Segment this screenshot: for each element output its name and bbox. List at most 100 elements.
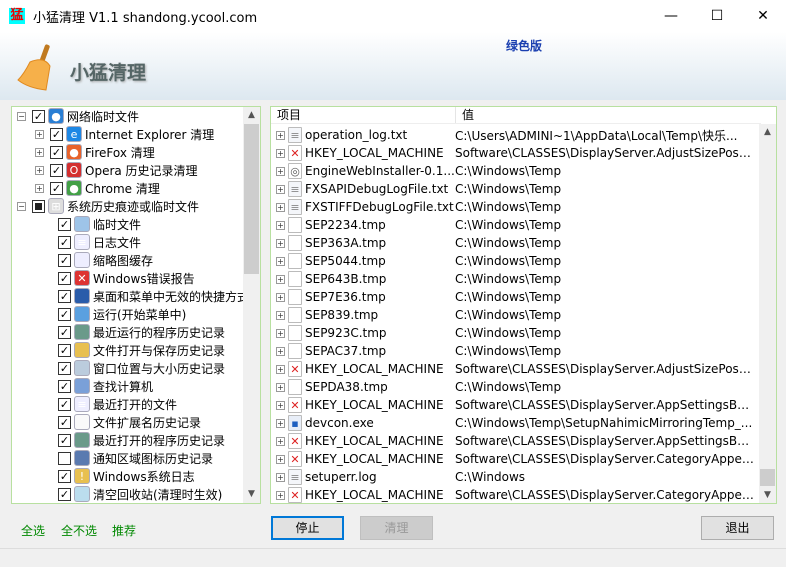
list-row[interactable]: + SEP2234.tmp C:\Windows\Temp	[271, 216, 759, 234]
minimize-button[interactable]: —	[648, 0, 694, 32]
expand-icon[interactable]: +	[276, 472, 285, 482]
checkbox[interactable]: ✓	[58, 271, 71, 285]
list-row[interactable]: + SEP363A.tmp C:\Windows\Temp	[271, 234, 759, 252]
scroll-down-icon[interactable]: ▼	[243, 486, 260, 503]
tree-item[interactable]: ✓! Windows系统日志	[52, 467, 195, 485]
list-row[interactable]: + ▪ devcon.exe C:\Windows\Temp\SetupNahimic…	[271, 414, 759, 432]
collapse-icon[interactable]: −	[17, 201, 26, 211]
list-row[interactable]: + ✕ HKEY_LOCAL_MACHINE Software\CLASSES\Dis…	[271, 396, 759, 414]
tree-item[interactable]: ✓ 文件打开与保存历史记录	[52, 341, 225, 359]
tree-item[interactable]: + ✓ ● Chrome 清理	[35, 179, 160, 197]
list-row[interactable]: + ✕ HKEY_LOCAL_MACHINE Software\CLASSES\Dis…	[271, 486, 759, 503]
tree-item[interactable]: 通知区域图标历史记录	[52, 449, 213, 467]
checkbox[interactable]: ✓	[50, 163, 63, 177]
tree-item[interactable]: ✓ 临时文件	[52, 215, 141, 233]
checkbox[interactable]: ✓	[50, 145, 63, 159]
tree-item[interactable]: ✓ ≡ 最近打开的文件	[52, 395, 177, 413]
exit-button[interactable]: 退出	[701, 516, 774, 540]
tree-item[interactable]: ✓ 最近运行的程序历史记录	[52, 323, 225, 341]
tree-item[interactable]: ✓ 查找计算机	[52, 377, 153, 395]
tree-item[interactable]: ✓ 窗口位置与大小历史记录	[52, 359, 225, 377]
scroll-up-icon[interactable]: ▲	[243, 107, 260, 124]
tree-item[interactable]: ✓ ≡ 日志文件	[52, 233, 141, 251]
expand-icon[interactable]: +	[276, 238, 285, 248]
list-row[interactable]: + SEP7E36.tmp C:\Windows\Temp	[271, 288, 759, 306]
list-row[interactable]: + SEPDA38.tmp C:\Windows\Temp	[271, 378, 759, 396]
column-value[interactable]: 值	[456, 107, 474, 123]
tree-item[interactable]: ✓ ✕ Windows错误报告	[52, 269, 195, 287]
scroll-thumb[interactable]	[244, 124, 259, 274]
select-all-link[interactable]: 全选	[21, 522, 45, 539]
expand-icon[interactable]: +	[276, 202, 285, 212]
tree-item[interactable]: ✓ 清空回收站(清理时生效)	[52, 485, 222, 503]
expand-icon[interactable]: +	[276, 454, 285, 464]
expand-icon[interactable]: +	[276, 220, 285, 230]
tree-item[interactable]: ✓ 运行(开始菜单中)	[52, 305, 186, 323]
list-row[interactable]: + ≡ setuperr.log C:\Windows	[271, 468, 759, 486]
checkbox[interactable]: ✓	[58, 325, 71, 339]
checkbox[interactable]: ✓	[58, 235, 71, 249]
tree-item[interactable]: + ✓ ● FireFox 清理	[35, 143, 155, 161]
checkbox[interactable]: ✓	[32, 109, 45, 123]
tree-item[interactable]: ✓ 桌面和菜单中无效的快捷方式	[52, 287, 249, 305]
list-row[interactable]: + ≡ FXSTIFFDebugLogFile.txt C:\Windows\Temp	[271, 198, 759, 216]
list-row[interactable]: + ◎ EngineWebInstaller-0.1.... C:\Windows\T…	[271, 162, 759, 180]
checkbox[interactable]: ✓	[58, 307, 71, 321]
checkbox[interactable]: ✓	[58, 415, 71, 429]
tree-scrollbar[interactable]: ▲ ▼	[243, 107, 260, 503]
tree-item[interactable]: ✓ 最近打开的程序历史记录	[52, 431, 225, 449]
column-item[interactable]: 项目	[271, 107, 456, 123]
checkbox[interactable]: ✓	[58, 343, 71, 357]
expand-icon[interactable]: +	[276, 184, 285, 194]
expand-icon[interactable]: +	[35, 165, 44, 175]
recommend-link[interactable]: 推荐	[112, 522, 136, 539]
checkbox[interactable]: ✓	[58, 487, 71, 501]
expand-icon[interactable]: +	[276, 310, 285, 320]
expand-icon[interactable]: +	[35, 147, 44, 157]
scroll-down-icon[interactable]: ▼	[759, 487, 776, 503]
select-none-link[interactable]: 全不选	[61, 522, 97, 539]
checkbox[interactable]: ✓	[58, 289, 71, 303]
list-row[interactable]: + ≡ operation_log.txt C:\Users\ADMINI~1\App…	[271, 126, 759, 144]
checkbox[interactable]	[32, 199, 45, 213]
collapse-icon[interactable]: −	[17, 111, 26, 121]
tree-item[interactable]: − ⊞ 系统历史痕迹或临时文件	[17, 197, 199, 215]
expand-icon[interactable]: +	[276, 166, 285, 176]
checkbox[interactable]: ✓	[50, 127, 63, 141]
expand-icon[interactable]: +	[276, 364, 285, 374]
tree-item[interactable]: + ✓ e Internet Explorer 清理	[35, 125, 214, 143]
expand-icon[interactable]: +	[276, 328, 285, 338]
expand-icon[interactable]: +	[35, 183, 44, 193]
expand-icon[interactable]: +	[276, 436, 285, 446]
expand-icon[interactable]: +	[276, 148, 285, 158]
checkbox[interactable]: ✓	[58, 397, 71, 411]
list-row[interactable]: + SEP923C.tmp C:\Windows\Temp	[271, 324, 759, 342]
expand-icon[interactable]: +	[276, 292, 285, 302]
checkbox[interactable]: ✓	[58, 469, 71, 483]
list-row[interactable]: + SEPAC37.tmp C:\Windows\Temp	[271, 342, 759, 360]
list-row[interactable]: + ✕ HKEY_LOCAL_MACHINE Software\CLASSES\Dis…	[271, 144, 759, 162]
expand-icon[interactable]: +	[276, 346, 285, 356]
expand-icon[interactable]: +	[276, 130, 285, 140]
checkbox[interactable]: ✓	[58, 433, 71, 447]
tree-item[interactable]: ✓ 文件扩展名历史记录	[52, 413, 201, 431]
scroll-up-icon[interactable]: ▲	[759, 124, 776, 141]
checkbox[interactable]: ✓	[58, 361, 71, 375]
list-scrollbar[interactable]: ▲ ▼	[759, 124, 776, 503]
stop-button[interactable]: 停止	[271, 516, 344, 540]
expand-icon[interactable]: +	[276, 256, 285, 266]
list-row[interactable]: + ✕ HKEY_LOCAL_MACHINE Software\CLASSES\Dis…	[271, 450, 759, 468]
checkbox[interactable]: ✓	[58, 253, 71, 267]
expand-icon[interactable]: +	[35, 129, 44, 139]
checkbox[interactable]: ✓	[58, 379, 71, 393]
list-row[interactable]: + ≡ FXSAPIDebugLogFile.txt C:\Windows\Temp	[271, 180, 759, 198]
list-row[interactable]: + SEP839.tmp C:\Windows\Temp	[271, 306, 759, 324]
tree-item[interactable]: ✓ 缩略图缓存	[52, 251, 153, 269]
list-row[interactable]: + ✕ HKEY_LOCAL_MACHINE Software\CLASSES\Dis…	[271, 360, 759, 378]
tree-item[interactable]: + ✓ O Opera 历史记录清理	[35, 161, 198, 179]
expand-icon[interactable]: +	[276, 274, 285, 284]
tree-item[interactable]: − ✓ ● 网络临时文件	[17, 107, 139, 125]
category-tree[interactable]: − ✓ ● 网络临时文件 + ✓ e Internet Explorer 清理 + ✓ ● FireF…	[11, 106, 261, 504]
checkbox[interactable]: ✓	[58, 217, 71, 231]
maximize-button[interactable]: ☐	[694, 0, 740, 32]
